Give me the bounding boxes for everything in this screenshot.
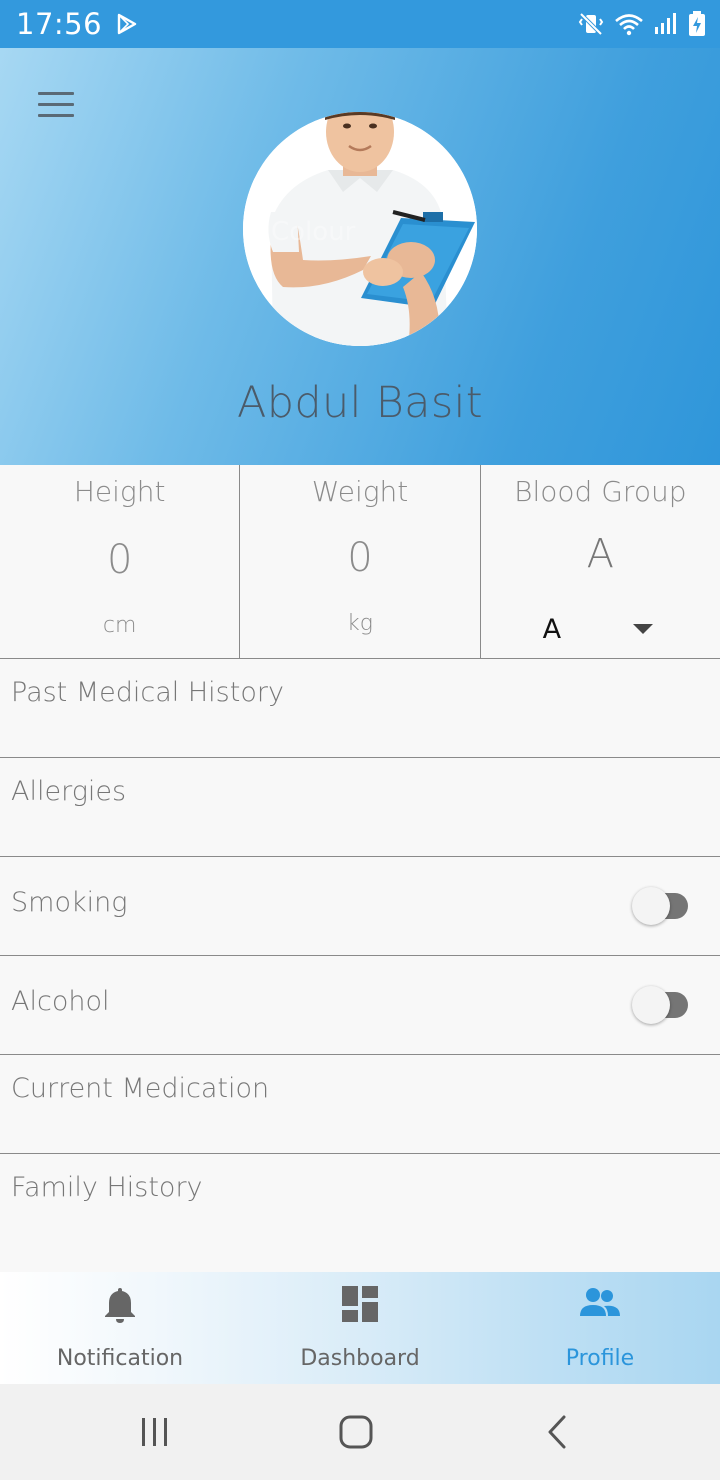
system-nav-bar <box>0 1384 720 1480</box>
profile-header: Colour Abdul Basit <box>0 48 720 465</box>
blood-group-value: A <box>586 531 614 577</box>
avatar[interactable]: Colour <box>243 112 477 346</box>
smoking-toggle[interactable] <box>632 887 688 925</box>
smoking-label: Smoking <box>11 887 128 918</box>
nav-dashboard[interactable]: Dashboard <box>240 1272 480 1384</box>
wifi-icon <box>615 14 643 36</box>
height-value: 0 <box>106 537 133 583</box>
back-icon[interactable] <box>532 1406 584 1458</box>
status-bar: 17:56 <box>0 0 720 48</box>
height-title: Height <box>73 475 166 508</box>
list-item-family-history[interactable]: Family History <box>0 1154 720 1274</box>
vitals-panel: Height 0 cm Weight 0 kg Blood Group A A <box>0 465 720 659</box>
battery-charging-icon <box>689 11 705 36</box>
nav-notification-label: Notification <box>56 1346 184 1371</box>
list-item-alcohol: Alcohol <box>0 956 720 1055</box>
blood-group-dropdown[interactable]: A <box>543 611 653 647</box>
weight-title: Weight <box>311 475 409 508</box>
home-icon[interactable] <box>330 1406 382 1458</box>
hamburger-menu-icon[interactable] <box>36 92 76 118</box>
bell-icon <box>105 1288 135 1323</box>
weight-stat[interactable]: Weight 0 kg <box>239 465 479 658</box>
people-icon <box>580 1288 620 1316</box>
bottom-nav: Notification Dashboard Profile <box>0 1272 720 1384</box>
status-icons <box>578 11 706 37</box>
past-medical-history-label: Past Medical History <box>11 677 284 708</box>
dashboard-icon <box>342 1286 378 1322</box>
nav-notification[interactable]: Notification <box>0 1272 240 1384</box>
weight-unit: kg <box>347 611 373 636</box>
recents-icon[interactable] <box>129 1406 181 1458</box>
current-medication-label: Current Medication <box>11 1073 270 1104</box>
svg-text:Colour: Colour <box>271 217 356 247</box>
nav-dashboard-label: Dashboard <box>300 1346 420 1371</box>
play-store-icon <box>117 13 137 35</box>
signal-icon <box>655 13 676 34</box>
app-screen: 17:56 Colour Abdul Basit Height 0 cm Wei… <box>0 0 720 1480</box>
medical-info-list: Past Medical History Allergies Smoking A… <box>0 659 720 1274</box>
nav-profile[interactable]: Profile <box>480 1272 720 1384</box>
allergies-label: Allergies <box>11 776 127 807</box>
blood-group-stat: Blood Group A A <box>479 465 720 658</box>
blood-group-selected: A <box>542 613 562 645</box>
list-item-current-medication[interactable]: Current Medication <box>0 1055 720 1154</box>
weight-value: 0 <box>347 535 373 581</box>
list-item-past-medical-history[interactable]: Past Medical History <box>0 659 720 758</box>
alcohol-toggle[interactable] <box>632 986 688 1024</box>
alcohol-label: Alcohol <box>11 986 110 1017</box>
list-item-allergies[interactable]: Allergies <box>0 758 720 857</box>
height-stat[interactable]: Height 0 cm <box>0 465 239 658</box>
list-item-smoking: Smoking <box>0 857 720 956</box>
profile-name: Abdul Basit <box>237 378 483 428</box>
avatar-photo: Colour <box>243 112 477 346</box>
nav-profile-label: Profile <box>565 1346 635 1371</box>
chevron-down-icon <box>632 624 653 634</box>
blood-group-title: Blood Group <box>514 475 687 508</box>
family-history-label: Family History <box>11 1172 203 1203</box>
mute-vibrate-icon <box>578 12 604 36</box>
height-unit: cm <box>102 613 137 638</box>
status-time: 17:56 <box>16 7 103 41</box>
